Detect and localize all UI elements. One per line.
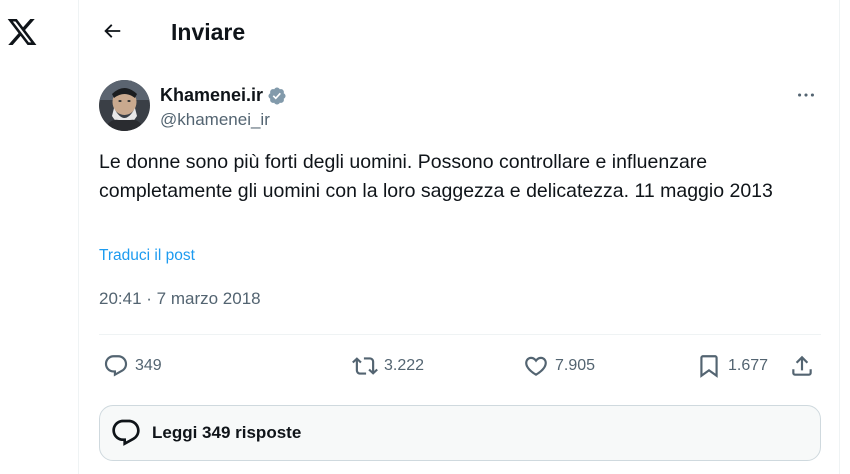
repost-icon	[352, 357, 378, 375]
speech-bubble-icon	[112, 419, 140, 446]
read-replies-button[interactable]: Leggi 349 risposte	[99, 405, 821, 461]
share-icon	[792, 355, 812, 376]
left-rail	[0, 0, 78, 474]
read-replies-label: Leggi 349 risposte	[152, 423, 302, 442]
like-icon	[525, 356, 547, 376]
like-button[interactable]: 7.905	[523, 346, 595, 386]
tweet-timestamp[interactable]: 20:41 · 7 marzo 2018	[99, 289, 261, 309]
share-button[interactable]	[789, 346, 815, 386]
top-bar: Inviare	[79, 0, 839, 66]
page-title: Inviare	[171, 19, 246, 45]
like-count: 7.905	[555, 357, 596, 374]
repost-button[interactable]: 3.222	[352, 346, 424, 386]
translate-post-link[interactable]: Traduci il post	[99, 247, 195, 265]
bookmark-button[interactable]: 1.677	[696, 346, 768, 386]
bookmark-icon	[700, 355, 718, 378]
bookmark-count: 1.677	[728, 357, 769, 374]
more-button[interactable]	[791, 82, 821, 108]
name-row: Khamenei.ir	[160, 85, 287, 106]
action-bar: 349 3.222 7.905 1.677	[99, 346, 821, 386]
x-logo-icon[interactable]	[6, 16, 38, 48]
back-button[interactable]	[95, 14, 129, 48]
more-icon	[798, 93, 814, 97]
divider	[99, 334, 821, 335]
primary-column: Inviare Khamenei.ir @khamenei_ir Le donn…	[78, 0, 840, 474]
avatar[interactable]	[99, 80, 150, 131]
display-name[interactable]: Khamenei.ir	[160, 85, 263, 106]
tweet-page: Inviare Khamenei.ir @khamenei_ir Le donn…	[0, 0, 850, 474]
reply-count: 349	[135, 357, 162, 374]
tweet-text: Le donne sono più forti degli uomini. Po…	[99, 151, 773, 202]
reply-button[interactable]: 349	[103, 346, 162, 386]
back-arrow-icon	[104, 24, 121, 38]
verified-badge-icon[interactable]	[267, 86, 287, 106]
reply-icon	[104, 355, 128, 377]
tweet-author: Khamenei.ir @khamenei_ir	[99, 80, 821, 136]
user-handle[interactable]: @khamenei_ir	[160, 110, 270, 130]
repost-count: 3.222	[384, 357, 425, 374]
